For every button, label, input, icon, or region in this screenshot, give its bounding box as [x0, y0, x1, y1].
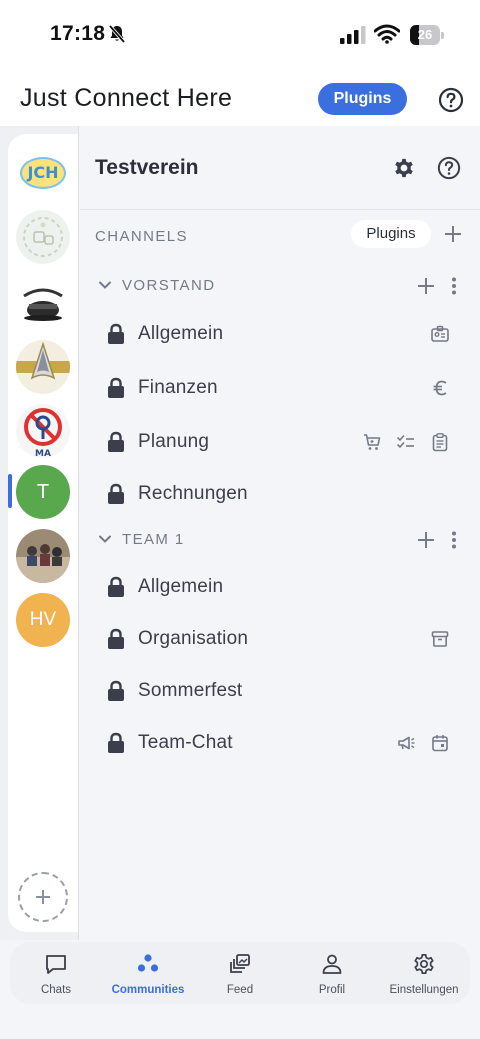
community-avatar-hv-initials: HV — [29, 609, 57, 630]
wifi-icon — [374, 24, 400, 44]
status-time: 17:18 — [50, 22, 106, 45]
app-header: Just Connect Here Plugins — [0, 70, 480, 126]
channel-item[interactable]: Rechnungen — [80, 469, 480, 519]
channel-group-team-1[interactable]: TEAM 1 — [80, 520, 480, 560]
lock-icon — [108, 576, 124, 597]
community-avatar-7[interactable] — [16, 529, 70, 583]
calendar-icon — [432, 735, 448, 752]
channel-name: Allgemein — [138, 576, 224, 597]
more-vertical-icon[interactable] — [448, 276, 460, 296]
app-title: Just Connect Here — [20, 84, 233, 112]
channels-section-label: CHANNELS — [95, 228, 188, 245]
channel-name: Finanzen — [138, 377, 218, 398]
megaphone-icon — [398, 736, 415, 750]
tab-label: Feed — [226, 984, 254, 996]
tab-feed[interactable]: Feed — [194, 942, 286, 1004]
plugins-button[interactable]: Plugins — [318, 83, 407, 115]
community-avatar-2[interactable] — [16, 210, 70, 264]
lock-icon — [108, 628, 124, 649]
channel-group-vorstand[interactable]: VORSTAND — [80, 266, 480, 306]
selected-community-indicator — [8, 474, 12, 508]
community-help-icon[interactable] — [437, 156, 461, 180]
channel-name: Sommerfest — [138, 680, 243, 701]
clipboard-icon — [432, 433, 448, 452]
tab-label: Einstellungen — [389, 984, 459, 996]
community-avatar-5[interactable]: MA — [16, 404, 70, 458]
community-header: Testverein — [80, 126, 480, 210]
feed-icon — [230, 954, 250, 973]
community-avatar-t-initials: T — [36, 481, 50, 503]
channel-item[interactable]: Finanzen — [80, 363, 480, 413]
cart-icon — [364, 434, 381, 450]
add-community-button[interactable] — [18, 872, 68, 922]
communities-icon — [137, 954, 159, 972]
bottom-tab-bar: Chats Communities Feed Profil Einstellun… — [10, 942, 470, 1004]
battery-indicator: 26 — [410, 25, 444, 45]
gear-icon — [414, 954, 434, 974]
community-name: Testverein — [95, 156, 199, 179]
channel-name: Allgemein — [138, 323, 224, 344]
tab-label: Chats — [40, 984, 72, 996]
channel-item[interactable]: Planung — [80, 417, 480, 467]
tab-label: Profil — [318, 984, 346, 996]
add-channel-icon[interactable] — [443, 224, 463, 244]
channels-plugins-button[interactable]: Plugins — [351, 220, 431, 248]
tab-profil[interactable]: Profil — [286, 942, 378, 1004]
plus-icon — [36, 890, 50, 904]
lock-icon — [108, 680, 124, 701]
channel-item[interactable]: Sommerfest — [80, 666, 480, 716]
person-icon — [322, 954, 342, 974]
add-channel-to-group-icon[interactable] — [416, 276, 436, 296]
battery-level: 26 — [417, 27, 433, 42]
chevron-down-icon — [99, 535, 111, 543]
more-vertical-icon[interactable] — [448, 530, 460, 550]
community-avatar-4[interactable] — [16, 340, 70, 394]
tab-label: Communities — [111, 984, 185, 996]
help-icon[interactable] — [438, 87, 464, 113]
community-avatar-hv[interactable]: HV — [16, 593, 70, 647]
lock-icon — [108, 483, 124, 504]
settings-gear-icon[interactable] — [392, 156, 416, 180]
tab-einstellungen[interactable]: Einstellungen — [378, 942, 470, 1004]
cellular-signal-icon — [340, 26, 366, 44]
bell-muted-icon — [108, 24, 126, 44]
channel-item[interactable]: Allgemein — [80, 309, 480, 359]
svg-text:MA: MA — [35, 449, 51, 458]
community-avatar-jch[interactable]: JCH — [16, 144, 70, 198]
chevron-down-icon — [99, 281, 111, 289]
channel-item[interactable]: Team-Chat — [80, 718, 480, 768]
channel-item[interactable]: Allgemein — [80, 562, 480, 612]
status-bar: 17:18 26 — [0, 0, 480, 70]
archive-icon — [431, 631, 449, 647]
id-card-icon — [431, 325, 449, 342]
euro-icon — [433, 380, 447, 396]
checklist-icon — [397, 435, 414, 449]
lock-icon — [108, 732, 124, 753]
channel-name: Team-Chat — [138, 732, 233, 753]
tab-chats[interactable]: Chats — [10, 942, 102, 1004]
add-channel-to-group-icon[interactable] — [416, 530, 436, 550]
lock-icon — [108, 377, 124, 398]
channel-name: Rechnungen — [138, 483, 248, 504]
channel-panel: Testverein CHANNELS Plugins VORSTAND All… — [80, 126, 480, 940]
lock-icon — [108, 323, 124, 344]
channel-item[interactable]: Organisation — [80, 614, 480, 664]
channel-name: Organisation — [138, 628, 249, 649]
community-rail: JCH MA T HV — [0, 126, 79, 940]
tab-communities[interactable]: Communities — [102, 942, 194, 1004]
community-avatar-t[interactable]: T — [16, 465, 70, 519]
lock-icon — [108, 431, 124, 452]
channel-name: Planung — [138, 431, 210, 452]
community-avatar-jch-text: JCH — [26, 163, 58, 182]
chat-icon — [46, 955, 66, 974]
community-avatar-turbojugend[interactable] — [16, 276, 70, 330]
channel-group-name: TEAM 1 — [122, 531, 185, 548]
channel-group-name: VORSTAND — [122, 277, 216, 294]
